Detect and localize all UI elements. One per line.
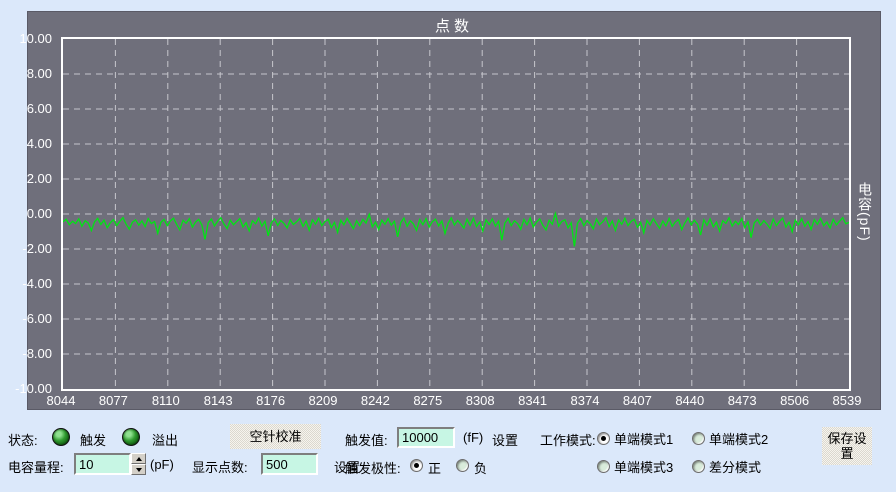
- work-mode-radio-4[interactable]: [692, 460, 705, 473]
- y-axis-label: 电容(pF): [852, 37, 878, 387]
- status-label: 状态:: [8, 430, 38, 449]
- y-tick-label: -2.00: [0, 242, 52, 255]
- app-window: { "chart": { "title": "点数", "y_axis_labe…: [0, 0, 896, 492]
- y-tick-label: 6.00: [0, 102, 52, 115]
- work-mode-item-4[interactable]: 差分模式: [692, 457, 761, 476]
- waveform-trace: [63, 214, 849, 247]
- y-tick-label: -6.00: [0, 312, 52, 325]
- y-tick-label: 2.00: [0, 172, 52, 185]
- polarity-negative-label: 负: [474, 458, 487, 477]
- x-tick-label: 8143: [188, 393, 248, 408]
- range-input[interactable]: [74, 453, 131, 475]
- trigger-set-button[interactable]: 设置: [492, 430, 518, 449]
- y-tick-label: 0.00: [0, 207, 52, 220]
- work-mode-radio-1[interactable]: [597, 432, 610, 445]
- x-tick-label: 8539: [817, 393, 877, 408]
- work-mode-label: 工作模式:: [540, 430, 596, 449]
- x-tick-label: 8110: [136, 393, 196, 408]
- work-mode-radio-3[interactable]: [597, 460, 610, 473]
- trigger-led-label: 触发: [80, 430, 106, 449]
- waveform-svg: [63, 39, 849, 389]
- x-tick-label: 8506: [765, 393, 825, 408]
- x-tick-label: 8209: [293, 393, 353, 408]
- trigger-value-label: 触发值:: [345, 430, 388, 449]
- y-tick-label: 8.00: [0, 67, 52, 80]
- points-label: 显示点数:: [192, 457, 248, 476]
- trigger-value-input[interactable]: [397, 427, 455, 448]
- points-input[interactable]: [261, 453, 318, 475]
- save-settings-button[interactable]: 保存设置: [822, 427, 872, 465]
- x-tick-label: 8440: [660, 393, 720, 408]
- work-mode-radio-2[interactable]: [692, 432, 705, 445]
- x-tick-label: 8407: [607, 393, 667, 408]
- x-tick-label: 8275: [398, 393, 458, 408]
- trigger-unit-label: (fF): [463, 430, 483, 445]
- probe-calibration-button[interactable]: 空针校准: [230, 424, 321, 449]
- work-mode-radio-label: 差分模式: [709, 457, 761, 476]
- polarity-label: 触发极性:: [345, 458, 401, 477]
- polarity-negative-radio[interactable]: [456, 459, 469, 472]
- work-mode-radio-label: 单端模式2: [709, 429, 768, 448]
- chart-title: 点数: [61, 15, 847, 36]
- x-tick-label: 8077: [83, 393, 143, 408]
- overflow-led-icon: [122, 428, 140, 446]
- trigger-led-icon: [52, 428, 70, 446]
- x-tick-label: 8308: [450, 393, 510, 408]
- x-tick-label: 8341: [503, 393, 563, 408]
- work-mode-item-3[interactable]: 单端模式3: [597, 457, 673, 476]
- y-tick-label: 4.00: [0, 137, 52, 150]
- range-spinner[interactable]: [131, 453, 146, 475]
- range-unit-label: (pF): [150, 457, 174, 472]
- work-mode-item-1[interactable]: 单端模式1: [597, 429, 673, 448]
- x-tick-label: 8242: [345, 393, 405, 408]
- work-mode-item-2[interactable]: 单端模式2: [692, 429, 768, 448]
- work-mode-radio-label: 单端模式1: [614, 429, 673, 448]
- spinner-up-icon[interactable]: [131, 453, 146, 464]
- work-mode-radio-label: 单端模式3: [614, 457, 673, 476]
- x-tick-label: 8374: [555, 393, 615, 408]
- chart-panel: 点数 10.008.006.004.002.000.00-2.00-4.00-6…: [27, 11, 881, 410]
- overflow-led-label: 溢出: [152, 430, 178, 449]
- y-tick-label: -8.00: [0, 347, 52, 360]
- x-tick-label: 8473: [712, 393, 772, 408]
- x-tick-label: 8176: [241, 393, 301, 408]
- x-tick-label: 8044: [31, 393, 91, 408]
- polarity-positive-label: 正: [428, 458, 441, 477]
- y-tick-label: 10.00: [0, 32, 52, 45]
- range-label: 电容量程:: [8, 457, 64, 476]
- spinner-down-icon[interactable]: [131, 464, 146, 475]
- y-tick-label: -4.00: [0, 277, 52, 290]
- plot-area: [61, 37, 851, 391]
- polarity-positive-radio[interactable]: [410, 459, 423, 472]
